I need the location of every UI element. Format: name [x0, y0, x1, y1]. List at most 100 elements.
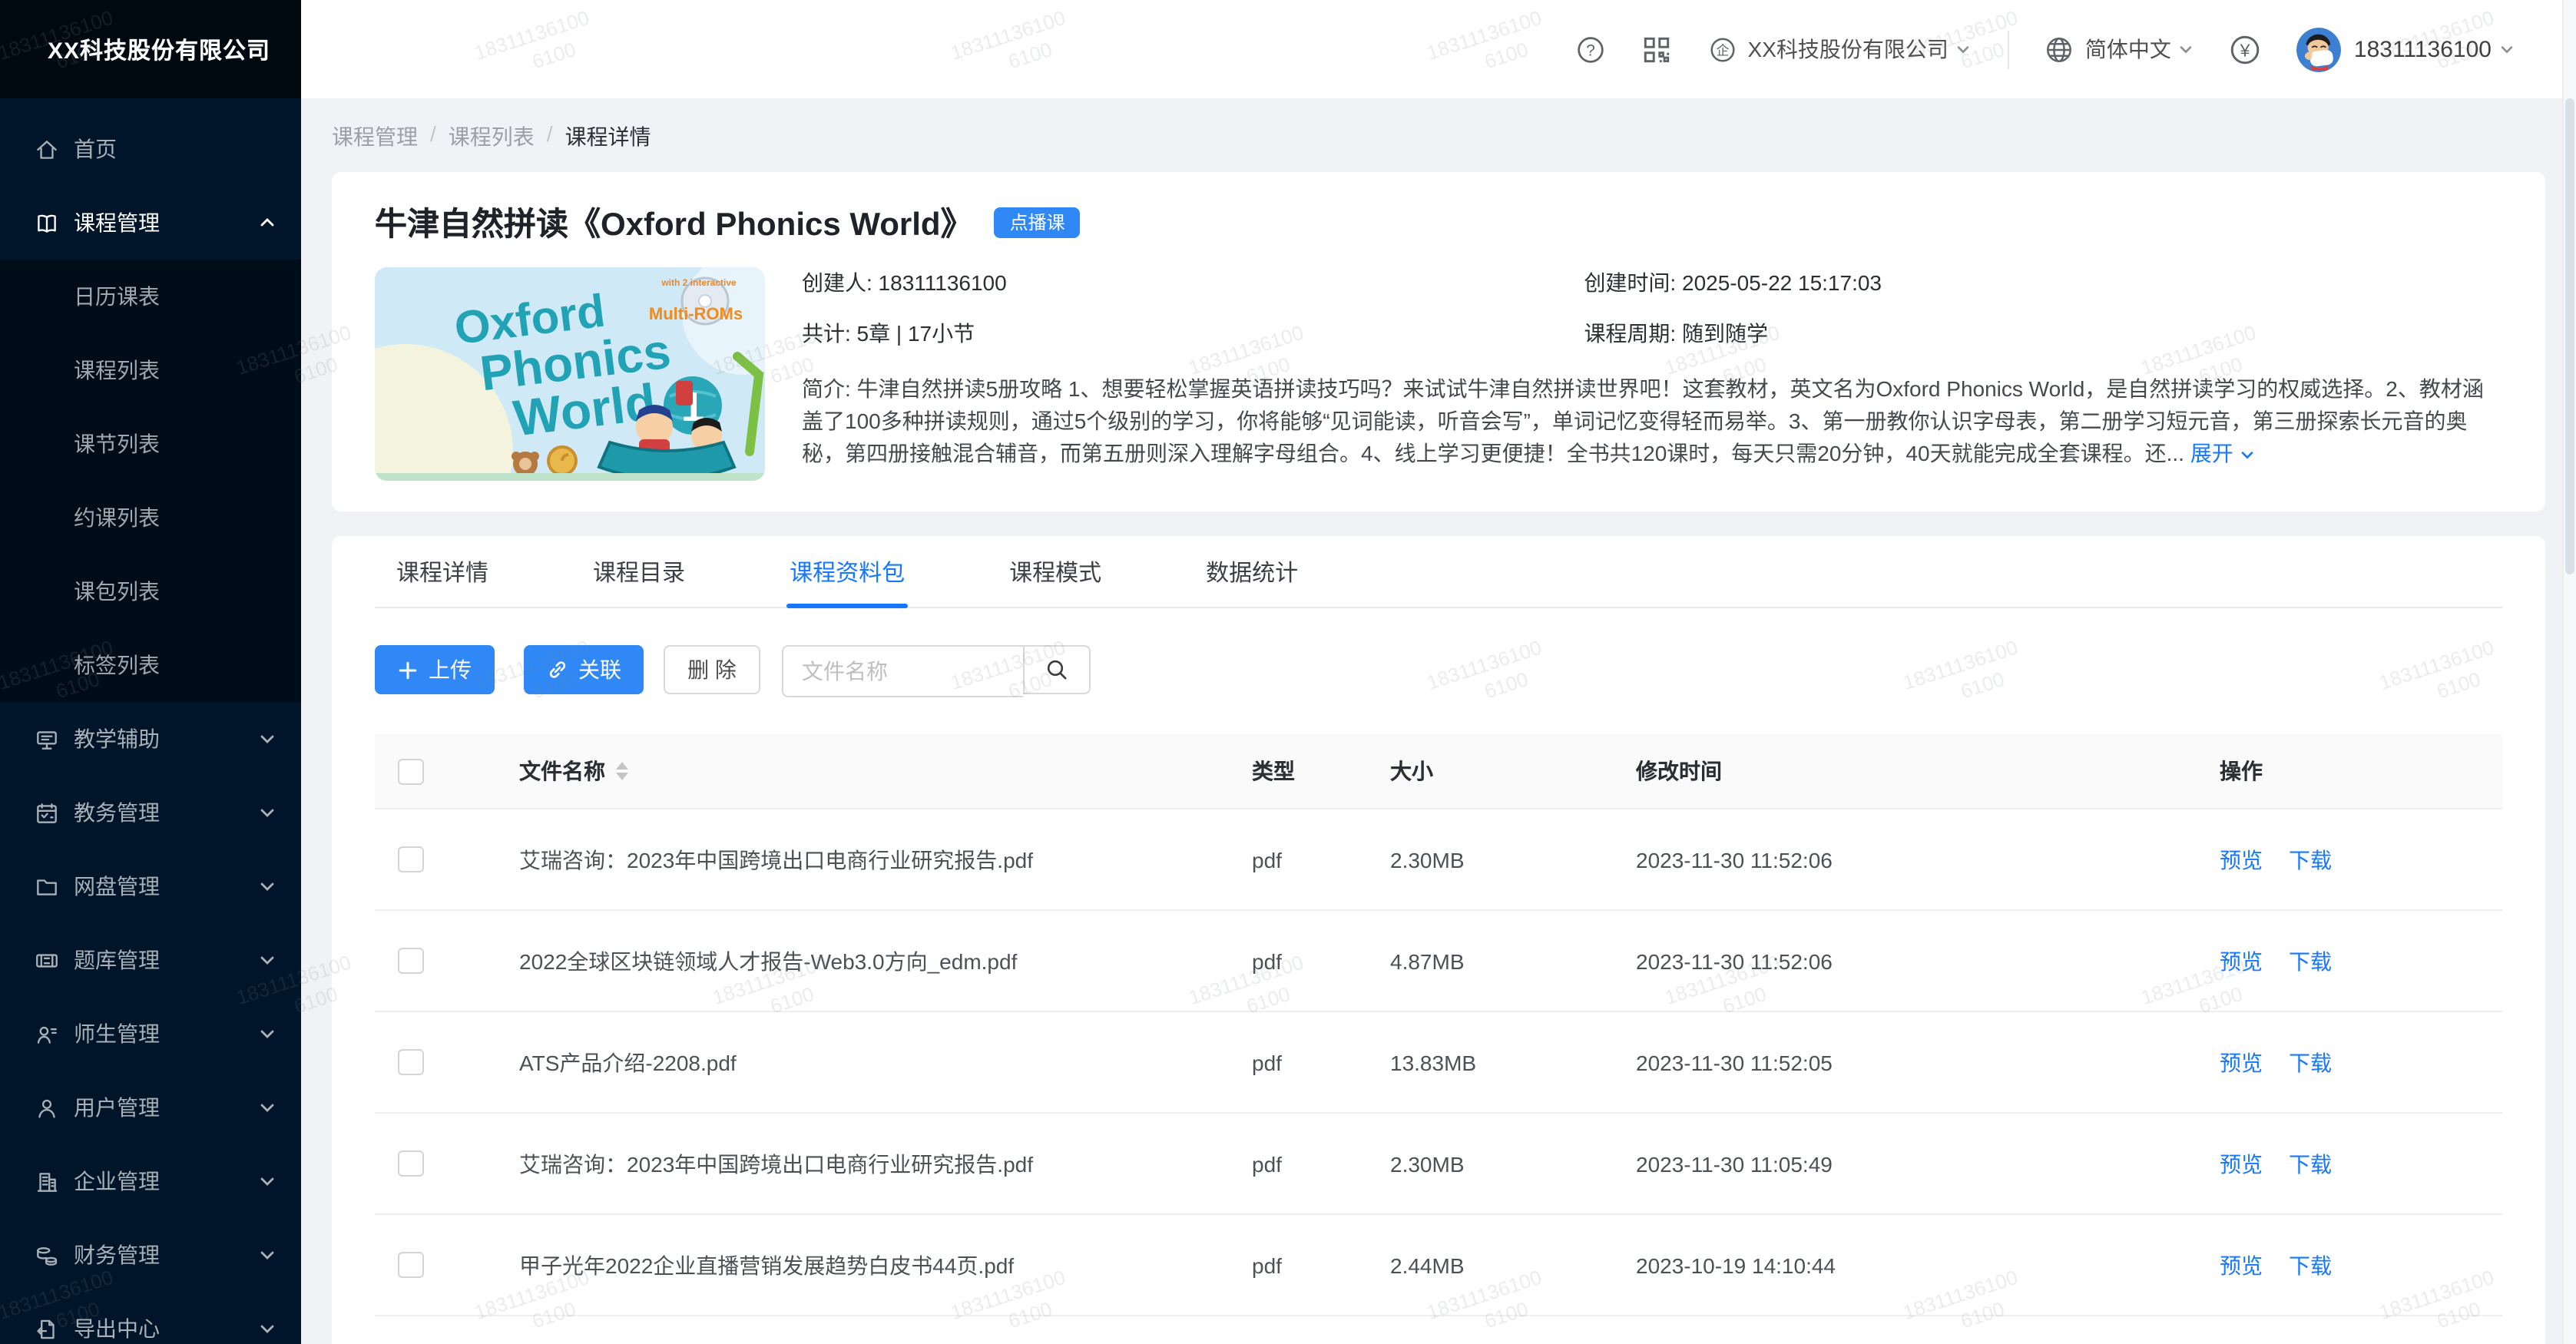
- search-input[interactable]: [782, 645, 1023, 697]
- sidebar-item-package-list[interactable]: 课包列表: [0, 554, 301, 628]
- sidebar-item-label: 财务管理: [74, 1240, 160, 1270]
- tab-course-mode[interactable]: 课程模式: [1006, 536, 1104, 607]
- sidebar-item-finance-management[interactable]: 财务管理: [0, 1218, 301, 1292]
- sidebar-item-booking-list[interactable]: 约课列表: [0, 481, 301, 554]
- download-link[interactable]: 下载: [2289, 844, 2332, 875]
- column-header-actions: 操作: [2195, 756, 2502, 786]
- file-size: 4.87MB: [1366, 948, 1611, 973]
- help-button[interactable]: ?: [1574, 33, 1607, 65]
- sidebar-item-calendar-schedule[interactable]: 日历课表: [0, 260, 301, 333]
- download-link[interactable]: 下载: [2289, 1148, 2332, 1179]
- qr-code-button[interactable]: [1641, 33, 1673, 65]
- sidebar-item-home[interactable]: 首页: [0, 112, 301, 186]
- materials-toolbar: 上传 关联 删 除: [375, 645, 2502, 694]
- breadcrumb-course-detail: 课程详情: [565, 121, 651, 152]
- breadcrumb-course-list[interactable]: 课程列表: [449, 121, 535, 152]
- link-icon: [546, 659, 568, 680]
- sidebar-item-enterprise-management[interactable]: 企业管理: [0, 1144, 301, 1218]
- file-size: 2.30MB: [1366, 847, 1611, 872]
- preview-link[interactable]: 预览: [2220, 1047, 2263, 1078]
- file-modified-time: 2023-11-30 11:05:49: [1611, 1151, 2195, 1176]
- row-checkbox[interactable]: [397, 1049, 423, 1075]
- row-checkbox[interactable]: [397, 1252, 423, 1278]
- help-icon: ?: [1586, 41, 1595, 59]
- sidebar-item-user-management[interactable]: 用户管理: [0, 1071, 301, 1144]
- expand-label: 展开: [2190, 441, 2233, 465]
- course-description: 简介: 牛津自然拼读5册攻略 1、想要轻松掌握英语拼读技巧吗？来试试牛津自然拼读…: [802, 373, 2502, 470]
- cover-rom-text: Multi-ROMs: [649, 304, 743, 323]
- file-name: 甲子光年2022企业直播营销发展趋势白皮书44页.pdf: [445, 1250, 1227, 1280]
- expand-link[interactable]: 展开: [2190, 441, 2255, 465]
- vertical-scrollbar[interactable]: [2562, 0, 2576, 1344]
- tab-course-catalog[interactable]: 课程目录: [590, 536, 688, 607]
- tab-data-statistics[interactable]: 数据统计: [1203, 536, 1301, 607]
- row-checkbox[interactable]: [397, 846, 423, 872]
- file-modified-time: 2023-10-19 14:10:44: [1611, 1253, 2195, 1277]
- file-modified-time: 2023-11-30 11:52:05: [1611, 1050, 2195, 1074]
- company-switcher[interactable]: 企 XX科技股份有限公司: [1707, 33, 1972, 65]
- sidebar-item-lesson-list[interactable]: 课节列表: [0, 407, 301, 481]
- course-management-submenu: 日历课表 课程列表 课节列表 约课列表 课包列表 标签列表: [0, 260, 301, 702]
- sidebar-item-label: 课包列表: [74, 576, 160, 607]
- preview-link[interactable]: 预览: [2220, 1250, 2263, 1280]
- tab-course-detail[interactable]: 课程详情: [393, 536, 492, 607]
- file-name: 2022全球区块链领域人才报告-Web3.0方向_edm.pdf: [445, 945, 1227, 976]
- currency-button[interactable]: ¥: [2228, 31, 2263, 67]
- sidebar-item-course-management[interactable]: 课程管理: [0, 186, 301, 260]
- scrollbar-thumb[interactable]: [2565, 98, 2574, 574]
- file-type: pdf: [1227, 948, 1366, 973]
- breadcrumb: 课程管理 / 课程列表 / 课程详情: [332, 121, 2576, 152]
- company-name: XX科技股份有限公司: [1748, 34, 1949, 65]
- download-link[interactable]: 下载: [2289, 945, 2332, 976]
- folder-icon: [34, 873, 60, 899]
- user-menu[interactable]: 18311136100: [2297, 27, 2515, 71]
- sidebar-item-course-list[interactable]: 课程列表: [0, 333, 301, 407]
- download-link[interactable]: 下载: [2289, 1250, 2332, 1280]
- avatar: [2297, 27, 2342, 71]
- file-modified-time: 2023-11-30 11:52:06: [1611, 948, 2195, 973]
- chevron-down-icon: [260, 1321, 275, 1336]
- search-button[interactable]: [1023, 645, 1091, 694]
- sidebar-item-teacher-student[interactable]: 师生管理: [0, 997, 301, 1071]
- file-name: ATS产品介绍-2208.pdf: [445, 1047, 1227, 1078]
- sidebar-item-export-center[interactable]: 导出中心: [0, 1292, 301, 1344]
- chevron-down-icon: [260, 952, 275, 968]
- chevron-down-icon: [260, 1026, 275, 1041]
- coins-icon: [34, 1242, 60, 1268]
- course-type-badge: 点播课: [995, 207, 1081, 238]
- sidebar-item-netdisk-management[interactable]: 网盘管理: [0, 849, 301, 923]
- breadcrumb-course-management[interactable]: 课程管理: [332, 121, 418, 152]
- sidebar-item-tag-list[interactable]: 标签列表: [0, 628, 301, 702]
- sidebar-item-question-bank[interactable]: 题库管理: [0, 923, 301, 997]
- chevron-down-icon: [1956, 41, 1972, 57]
- language-switcher[interactable]: 简体中文: [2044, 33, 2194, 65]
- associate-button[interactable]: 关联: [524, 645, 644, 694]
- sidebar-item-teaching-aid[interactable]: 教学辅助: [0, 702, 301, 776]
- tab-course-materials[interactable]: 课程资料包: [786, 536, 908, 607]
- sort-icon[interactable]: [616, 762, 628, 780]
- sidebar-item-label: 课节列表: [74, 429, 160, 459]
- column-header-file-name[interactable]: 文件名称: [445, 756, 1227, 786]
- row-checkbox[interactable]: [397, 1150, 423, 1177]
- row-checkbox[interactable]: [397, 948, 423, 974]
- upload-button[interactable]: 上传: [375, 645, 495, 694]
- sidebar-item-academic-management[interactable]: 教务管理: [0, 776, 301, 849]
- preview-link[interactable]: 预览: [2220, 844, 2263, 875]
- select-all-checkbox[interactable]: [397, 758, 423, 784]
- preview-link[interactable]: 预览: [2220, 945, 2263, 976]
- chevron-down-icon: [260, 879, 275, 894]
- ticket-icon: [34, 947, 60, 973]
- plus-icon: [398, 660, 418, 680]
- delete-label: 删 除: [687, 654, 737, 685]
- download-link[interactable]: 下载: [2289, 1047, 2332, 1078]
- table-row: 2022全球区块链领域人才报告-Web3.0方向_edm.pdf pdf 4.8…: [375, 911, 2502, 1012]
- export-icon: [34, 1316, 60, 1342]
- delete-button[interactable]: 删 除: [664, 645, 760, 694]
- sidebar-item-label: 教学辅助: [74, 723, 160, 754]
- table-row: 甲子光年2022企业直播营销发展趋势白皮书44页.pdf pdf 2.44MB …: [375, 1215, 2502, 1316]
- currency-icon: ¥: [2240, 40, 2251, 60]
- company-logo: XX科技股份有限公司: [0, 0, 301, 98]
- qr-code-icon: [1641, 33, 1673, 65]
- preview-link[interactable]: 预览: [2220, 1148, 2263, 1179]
- course-creator: 创建人: 18311136100: [802, 267, 1584, 298]
